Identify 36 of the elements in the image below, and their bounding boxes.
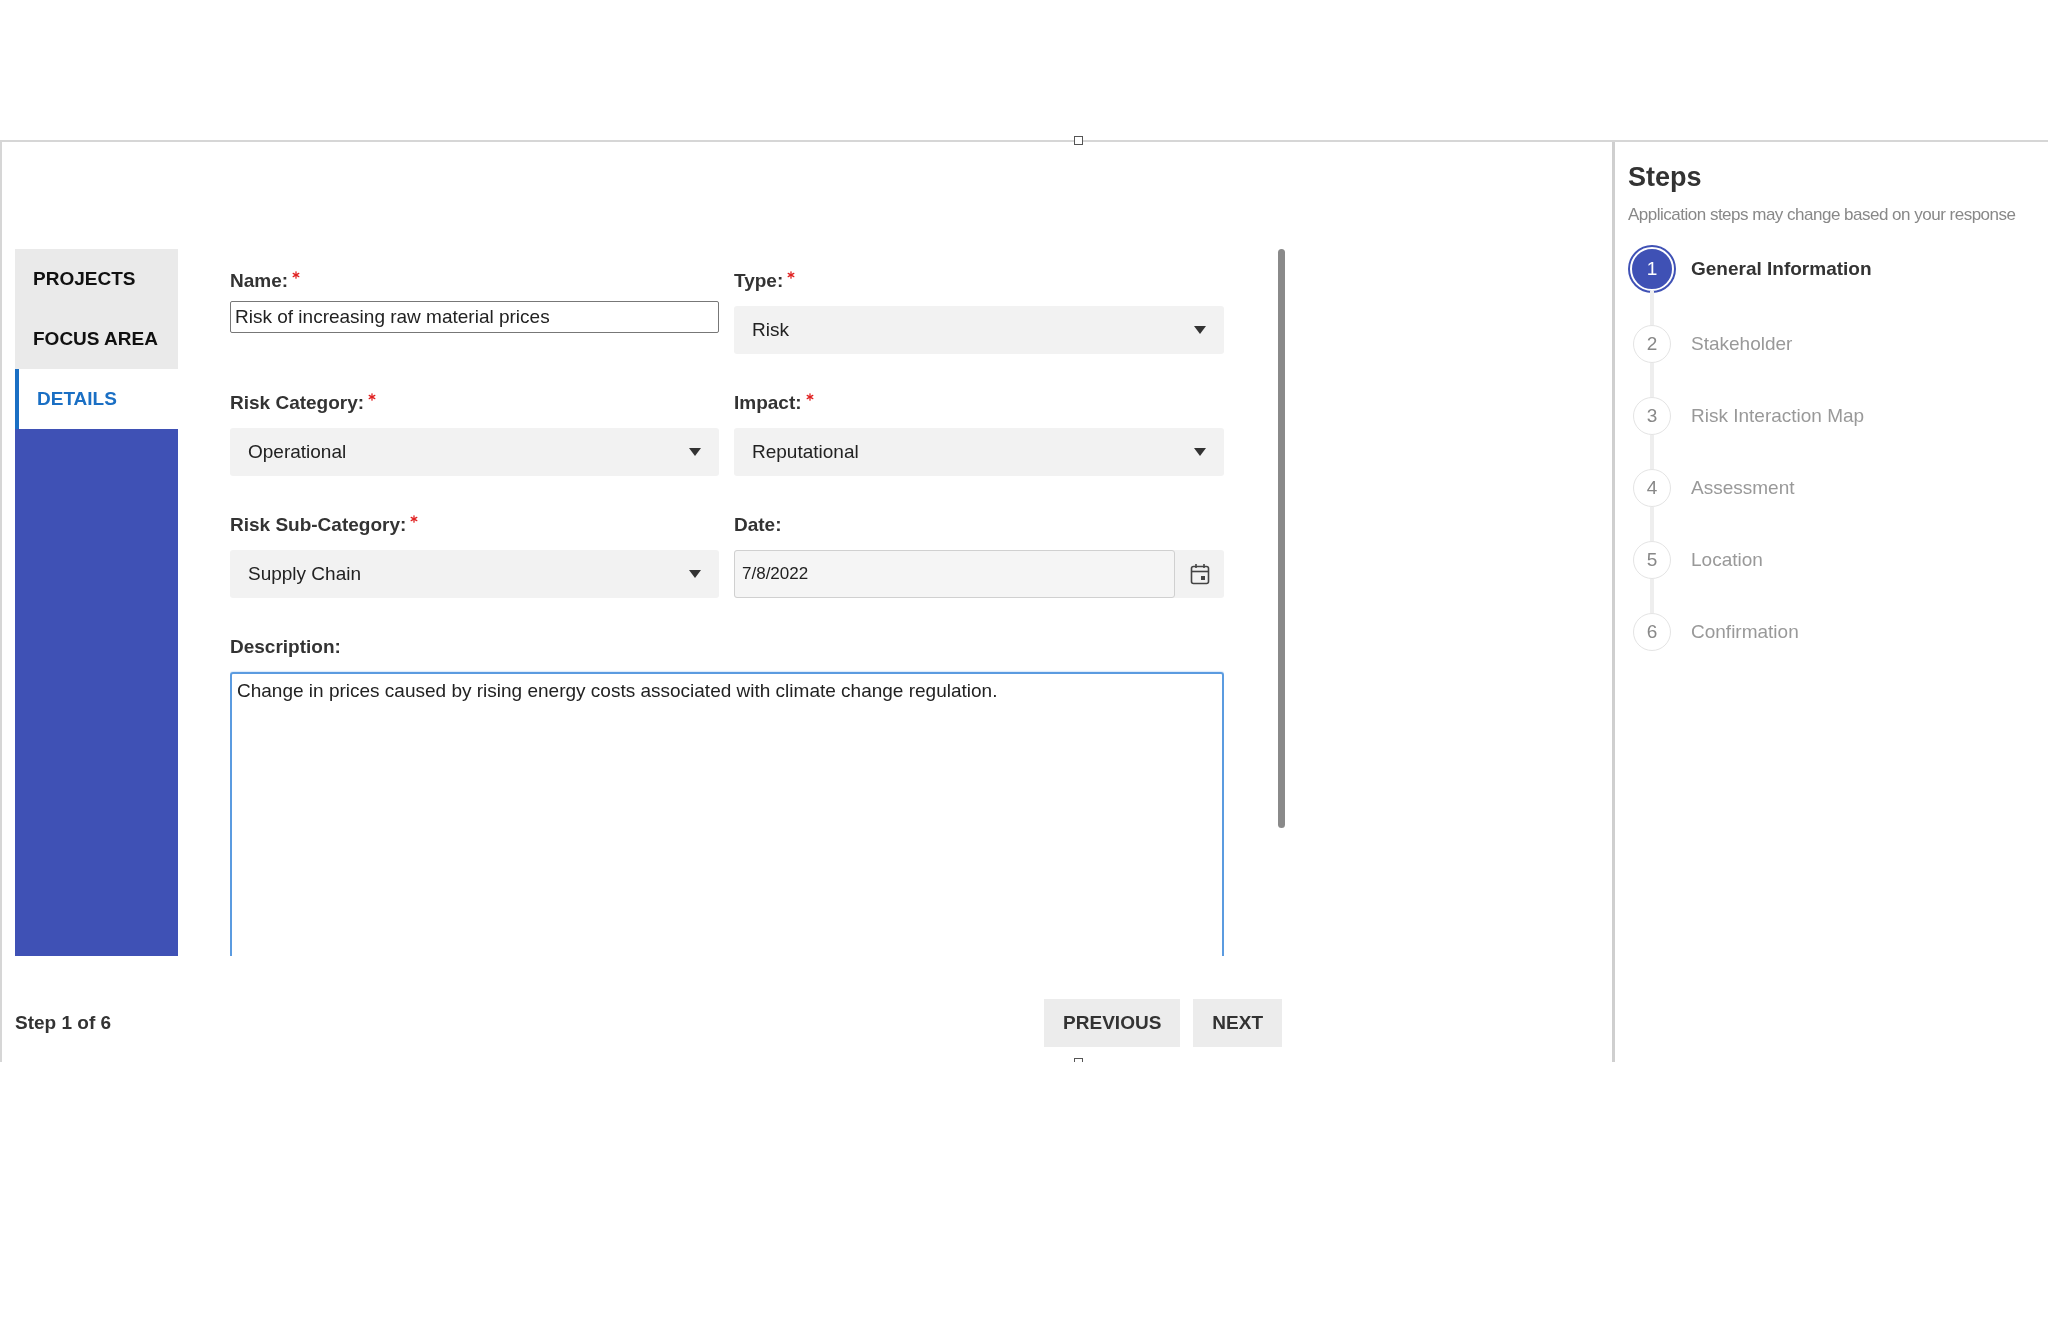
panel-title: Steps	[1628, 162, 1703, 193]
field-label: Risk Sub-Category:	[230, 514, 407, 536]
scrollbar[interactable]	[1278, 249, 1285, 828]
step-counter: Step 1 of 6	[15, 1012, 112, 1034]
step-number: 6	[1633, 613, 1671, 651]
caret-icon	[1194, 448, 1206, 456]
text-area[interactable]: Change in prices caused by rising energy costs associated with climate change regulation.	[230, 672, 1224, 956]
nav-tab[interactable]: PROJECTS	[15, 249, 178, 309]
nav-tab[interactable]: FOCUS AREA	[15, 309, 178, 369]
date-field[interactable]: 7/8/2022	[734, 550, 1175, 598]
step-number: 5	[1633, 541, 1671, 579]
caret-icon	[689, 448, 701, 456]
field-label: Description:	[230, 636, 341, 658]
dropdown[interactable]: Operational	[230, 428, 719, 476]
nav-button[interactable]: PREVIOUS	[1044, 999, 1181, 1047]
field-label: Risk Category:	[230, 392, 365, 414]
dropdown[interactable]: Reputational	[734, 428, 1224, 476]
step-label[interactable]: General Information	[1691, 258, 1872, 280]
step-number: 1	[1630, 247, 1674, 291]
nav-tab[interactable]: DETAILS	[15, 369, 178, 429]
field-label: Impact:	[734, 392, 802, 414]
field-label: Date:	[734, 514, 782, 536]
nav-button[interactable]: NEXT	[1193, 999, 1282, 1047]
field-label: Type:	[734, 270, 784, 292]
panel-subtitle: Application steps may change based on your response	[1628, 205, 2017, 225]
field-label: Name:	[230, 270, 289, 292]
resize-handle[interactable]	[1074, 136, 1083, 145]
dropdown[interactable]: Risk	[734, 306, 1224, 354]
step-number: 3	[1633, 397, 1671, 435]
calendar-icon	[1189, 563, 1210, 585]
text-field[interactable]: Risk of increasing raw material prices	[230, 301, 719, 333]
step-number: 4	[1633, 469, 1671, 507]
caret-icon	[1194, 326, 1206, 334]
caret-icon	[689, 570, 701, 578]
dropdown[interactable]: Supply Chain	[230, 550, 719, 598]
step-number: 2	[1633, 325, 1671, 363]
